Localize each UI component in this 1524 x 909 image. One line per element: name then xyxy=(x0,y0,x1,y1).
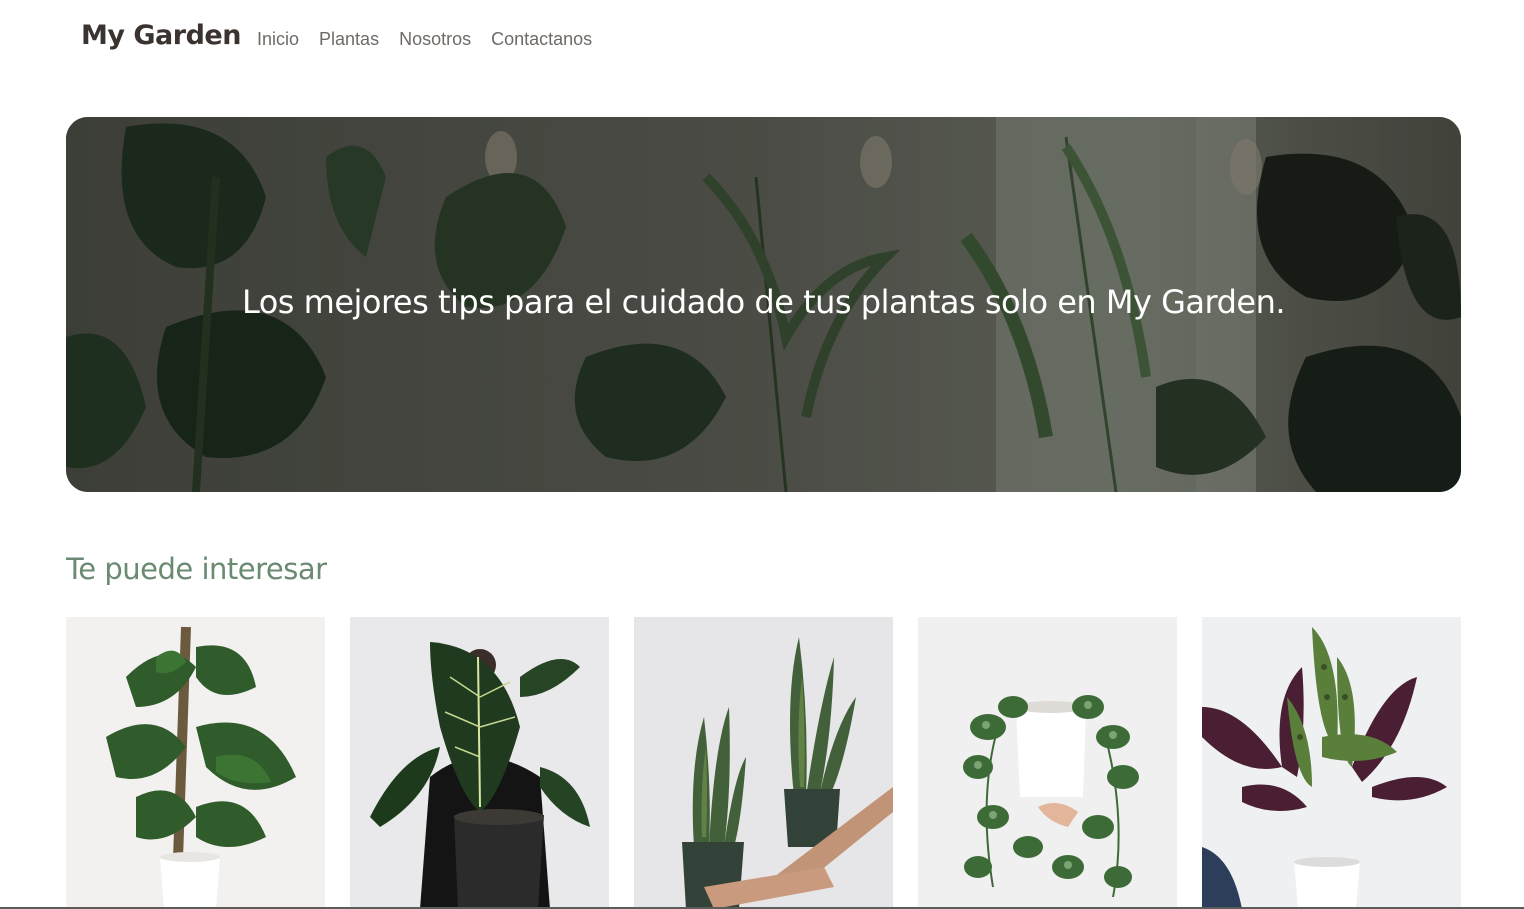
section-title: Te puede interesar xyxy=(66,552,327,586)
nav-link-contactanos[interactable]: Contactanos xyxy=(491,29,592,50)
nav-link-inicio[interactable]: Inicio xyxy=(257,29,299,50)
pothos-plant-image xyxy=(918,617,1177,909)
plant-card-calathea[interactable] xyxy=(1202,617,1461,909)
plant-card-alocasia[interactable] xyxy=(350,617,609,909)
nav-links: Inicio Plantas Nosotros Contactanos xyxy=(257,29,612,50)
hero-banner: Los mejores tips para el cuidado de tus … xyxy=(66,117,1461,492)
navbar: My Garden Inicio Plantas Nosotros Contac… xyxy=(0,0,1524,80)
nav-link-nosotros[interactable]: Nosotros xyxy=(399,29,471,50)
snake-plants-image xyxy=(634,617,893,909)
plant-card-monstera[interactable] xyxy=(66,617,325,909)
plant-card-snake-plants[interactable] xyxy=(634,617,893,909)
monstera-plant-image xyxy=(66,617,325,909)
alocasia-plant-image xyxy=(350,617,609,909)
brand-logo[interactable]: My Garden xyxy=(81,20,241,51)
hero-title: Los mejores tips para el cuidado de tus … xyxy=(241,283,1286,321)
nav-link-plantas[interactable]: Plantas xyxy=(319,29,379,50)
calathea-plant-image xyxy=(1202,617,1461,909)
plant-card-pothos[interactable] xyxy=(918,617,1177,909)
plant-cards xyxy=(66,617,1461,909)
